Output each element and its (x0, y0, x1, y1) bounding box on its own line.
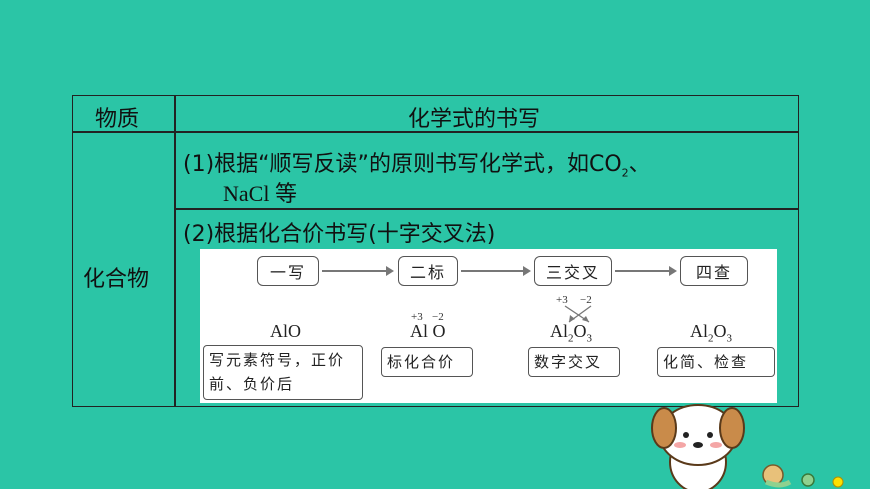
row-label-compound: 化合物 (83, 267, 150, 292)
f3-el1: Al (550, 321, 568, 341)
formula-step1: AlO (270, 321, 301, 341)
formula-step2: Al O (410, 321, 446, 341)
step-cross: 三交叉 (534, 256, 612, 286)
arrow-3 (615, 267, 677, 275)
arrow-2 (461, 267, 531, 275)
note-cross-numbers: 数字交叉 (528, 347, 620, 377)
step-write: 一写 (257, 256, 319, 286)
cross-method-diagram: 一写 二标 三交叉 四查 AlO +3 −2 Al O +3 −2 Al2O3 … (200, 249, 777, 403)
f4-el1: Al (690, 321, 708, 341)
arrow-1 (322, 267, 394, 275)
header-substance: 物质 (95, 107, 140, 132)
f4-el2: O (713, 321, 727, 341)
note-simplify-check: 化简、检查 (657, 347, 775, 377)
f4-sub2: 3 (726, 332, 733, 345)
f3-el2: O (573, 321, 587, 341)
formula-step3: Al2O3 (550, 321, 592, 345)
table-row-divider (174, 208, 799, 210)
step-mark: 二标 (398, 256, 458, 286)
step-check: 四查 (680, 256, 748, 286)
method1-subscript: 2 (621, 166, 629, 180)
note-write-symbols: 写元素符号，正价前、负价后 (203, 345, 363, 400)
method2-text: (2)根据化合价书写(十字交叉法) (183, 222, 496, 247)
table-column-divider (174, 96, 176, 406)
note-mark-valence: 标化合价 (381, 347, 473, 377)
formula-step4: Al2O3 (690, 321, 732, 345)
method1-line1: (1)根据“顺写反读”的原则书写化学式，如CO (183, 152, 622, 177)
method1-text: (1)根据“顺写反读”的原则书写化学式，如CO2、 (183, 146, 651, 179)
method1-line2: NaCl 等 (223, 181, 297, 206)
cartoon-dog-illustration (651, 404, 844, 489)
header-formula-writing: 化学式的书写 (408, 107, 541, 132)
f3-sub2: 3 (586, 332, 593, 345)
method1-post: 、 (628, 152, 651, 177)
